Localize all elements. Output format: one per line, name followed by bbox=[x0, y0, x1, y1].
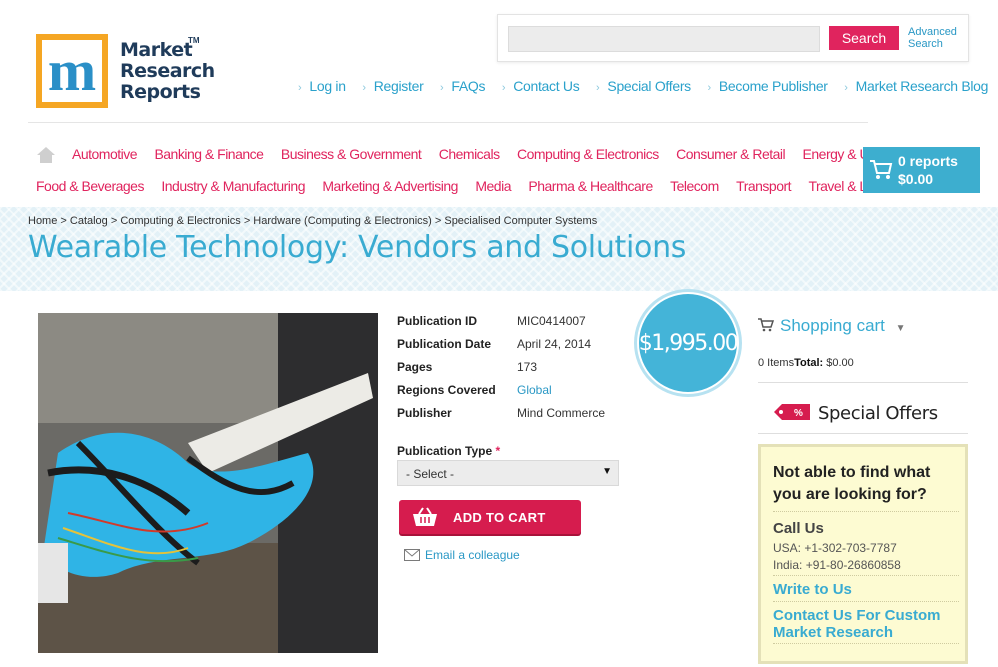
shopping-cart-heading[interactable]: Shopping cart ▼ bbox=[758, 316, 906, 336]
trademark-mark: TM bbox=[188, 36, 200, 45]
category-banking-finance[interactable]: Banking & Finance bbox=[154, 146, 264, 162]
discount-tag-text: % bbox=[794, 408, 803, 419]
category-food-beverages[interactable]: Food & Beverages bbox=[36, 178, 144, 194]
region-link[interactable]: Global bbox=[517, 383, 552, 397]
call-us-heading: Call Us bbox=[773, 520, 824, 537]
usa-phone: USA: +1-302-703-7787 bbox=[773, 541, 897, 555]
logo-word-1: Market bbox=[120, 39, 193, 61]
search-box: Search Advanced Search bbox=[497, 14, 969, 62]
search-button[interactable]: Search bbox=[829, 26, 899, 50]
required-marker: * bbox=[495, 444, 501, 458]
login-link[interactable]: Log in bbox=[298, 78, 346, 94]
cart-items-count: 0 Items bbox=[758, 357, 795, 369]
category-media[interactable]: Media bbox=[475, 178, 511, 194]
category-computing-electronics[interactable]: Computing & Electronics bbox=[517, 146, 659, 162]
register-link[interactable]: Register bbox=[362, 78, 423, 94]
add-to-cart-button[interactable]: ADD TO CART bbox=[399, 500, 581, 534]
shopping-cart-icon bbox=[758, 318, 775, 332]
shopping-cart-summary: 0 ItemsTotal: $0.00 bbox=[758, 357, 854, 369]
category-transport[interactable]: Transport bbox=[736, 178, 791, 194]
cart-report-count: 0 reports bbox=[898, 153, 958, 169]
cart-icon bbox=[870, 160, 893, 179]
header-divider bbox=[28, 122, 868, 123]
help-box: Not able to find what you are looking fo… bbox=[758, 444, 968, 664]
email-colleague-label: Email a colleague bbox=[425, 548, 520, 562]
basket-icon bbox=[413, 507, 437, 526]
special-offers-link[interactable]: Special Offers bbox=[596, 78, 691, 94]
detail-label: Publisher bbox=[397, 406, 452, 420]
advanced-search-link[interactable]: Advanced Search bbox=[908, 26, 964, 50]
india-phone: India: +91-80-26860858 bbox=[773, 558, 901, 572]
category-industry-manufacturing[interactable]: Industry & Manufacturing bbox=[161, 178, 305, 194]
publication-type-text: Publication Type bbox=[397, 444, 493, 458]
sidebar-divider bbox=[758, 433, 968, 434]
cart-total: $0.00 bbox=[898, 171, 934, 187]
shopping-cart-title: Shopping cart bbox=[780, 316, 885, 335]
cart-total-value: $0.00 bbox=[826, 357, 854, 369]
category-business-government[interactable]: Business & Government bbox=[281, 146, 422, 162]
faqs-link[interactable]: FAQs bbox=[440, 78, 485, 94]
category-nav-row-2: Food & Beverages Industry & Manufacturin… bbox=[36, 178, 902, 194]
publication-type-select[interactable]: - Select - ▼ bbox=[397, 460, 619, 486]
category-telecom[interactable]: Telecom bbox=[670, 178, 719, 194]
sidebar-divider bbox=[758, 382, 968, 383]
logo-wordmark: Market Research Reports bbox=[120, 40, 215, 103]
help-separator bbox=[773, 601, 959, 603]
help-separator bbox=[773, 643, 959, 645]
logo-word-3: Reports bbox=[120, 81, 201, 103]
dropdown-arrow-icon: ▼ bbox=[602, 466, 612, 477]
cart-total-label: Total: bbox=[794, 357, 824, 369]
add-to-cart-label: ADD TO CART bbox=[453, 510, 546, 525]
category-nav-row-1: Automotive Banking & Finance Business & … bbox=[72, 146, 901, 162]
detail-value: Mind Commerce bbox=[517, 406, 606, 420]
detail-value: MIC0414007 bbox=[517, 314, 586, 328]
site-logo[interactable]: m Market Research Reports TM bbox=[36, 34, 215, 112]
blog-link[interactable]: Market Research Blog bbox=[844, 78, 988, 94]
category-pharma-healthcare[interactable]: Pharma & Healthcare bbox=[528, 178, 653, 194]
envelope-icon bbox=[404, 549, 420, 561]
search-input[interactable] bbox=[508, 26, 820, 52]
publication-type-label: Publication Type * bbox=[397, 444, 500, 458]
logo-letter: m bbox=[47, 38, 97, 103]
detail-label: Publication ID bbox=[397, 314, 478, 328]
logo-word-2: Research bbox=[120, 60, 215, 82]
detail-label: Regions Covered bbox=[397, 383, 496, 397]
write-to-us-link[interactable]: Write to Us bbox=[773, 581, 852, 598]
email-colleague-link[interactable]: Email a colleague bbox=[404, 548, 520, 562]
top-links: Log in Register FAQs Contact Us Special … bbox=[298, 78, 998, 94]
help-question: Not able to find what you are looking fo… bbox=[773, 464, 931, 503]
header-cart-button[interactable]: 0 reports $0.00 bbox=[863, 147, 980, 193]
product-image bbox=[38, 313, 378, 653]
category-automotive[interactable]: Automotive bbox=[72, 146, 138, 162]
category-marketing-advertising[interactable]: Marketing & Advertising bbox=[322, 178, 458, 194]
select-value: - Select - bbox=[406, 467, 455, 481]
discount-tag-icon: % bbox=[774, 404, 810, 420]
detail-value: April 24, 2014 bbox=[517, 337, 592, 351]
logo-mark: m bbox=[36, 34, 108, 108]
special-offers-sidebar-link[interactable]: % Special Offers bbox=[772, 402, 938, 424]
detail-label: Pages bbox=[397, 360, 433, 374]
page-title: Wearable Technology: Vendors and Solutio… bbox=[28, 230, 687, 265]
category-consumer-retail[interactable]: Consumer & Retail bbox=[676, 146, 786, 162]
help-separator bbox=[773, 511, 959, 513]
category-chemicals[interactable]: Chemicals bbox=[439, 146, 500, 162]
breadcrumb[interactable]: Home > Catalog > Computing & Electronics… bbox=[28, 215, 597, 227]
detail-label: Publication Date bbox=[397, 337, 492, 351]
contact-custom-research-link[interactable]: Contact Us For Custom Market Research bbox=[773, 607, 963, 641]
contact-us-link[interactable]: Contact Us bbox=[502, 78, 580, 94]
help-separator bbox=[773, 575, 959, 577]
detail-value: 173 bbox=[517, 360, 538, 374]
chevron-down-icon: ▼ bbox=[895, 323, 906, 334]
price-badge: $1,995.00 bbox=[639, 294, 739, 392]
become-publisher-link[interactable]: Become Publisher bbox=[707, 78, 828, 94]
special-offers-label: Special Offers bbox=[818, 403, 938, 424]
home-icon[interactable] bbox=[36, 146, 56, 164]
